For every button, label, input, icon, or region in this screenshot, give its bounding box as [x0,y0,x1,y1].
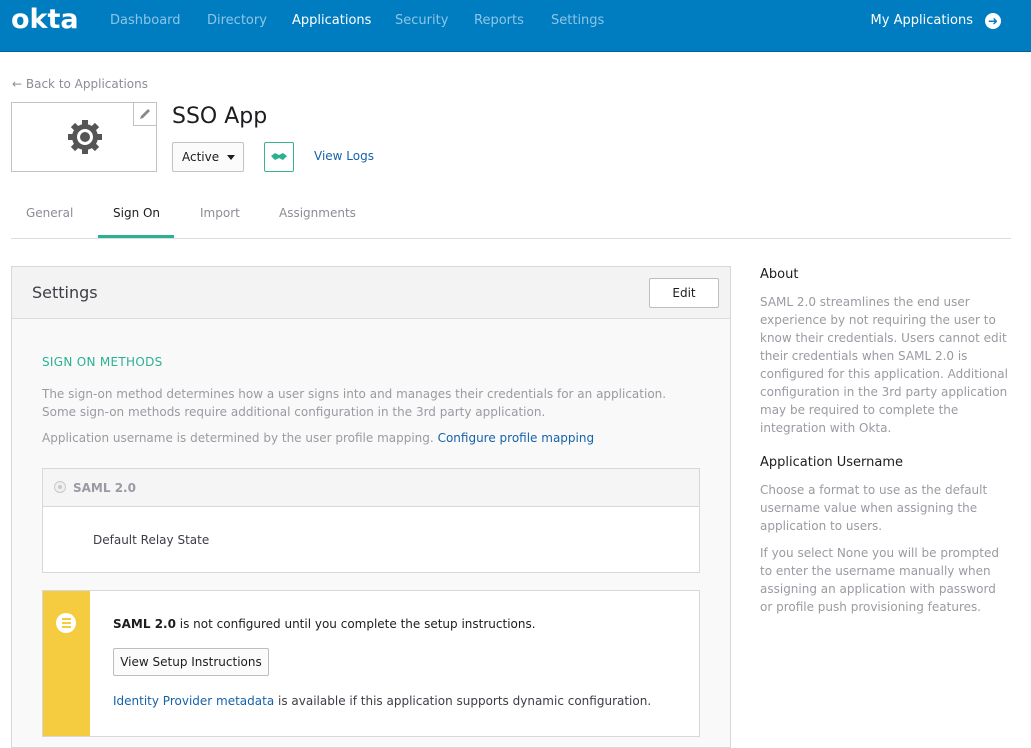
tab-import[interactable]: Import [200,206,240,220]
view-logs-link[interactable]: View Logs [314,149,374,163]
application-username-text: Choose a format to use as the default us… [760,483,988,533]
settings-title: Settings [32,283,98,302]
setup-notice: SAML 2.0 is not configured until you com… [42,590,700,737]
saml-method-box: SAML 2.0 Default Relay State [42,468,700,573]
settings-panel: Settings Edit SIGN ON METHODS The sign-o… [11,266,731,748]
okta-logo[interactable]: okta [11,4,79,35]
username-text: Application username is determined by th… [42,431,434,445]
saml-radio[interactable] [54,481,66,493]
gear-icon [68,120,102,154]
handshake-icon [271,153,287,160]
nav-security[interactable]: Security [395,13,448,28]
notice-text: SAML 2.0 is not configured until you com… [113,617,536,631]
back-to-applications-link[interactable]: ← Back to Applications [12,77,148,91]
settings-header: Settings Edit [12,267,730,319]
notice-bold: SAML 2.0 [113,617,176,631]
list-icon [56,613,76,633]
metadata-message: is available if this application support… [278,694,652,708]
nav-directory[interactable]: Directory [207,13,267,28]
edit-logo-button[interactable] [133,102,157,126]
username-description: Application username is determined by th… [42,431,594,445]
sign-on-description: The sign-on method determines how a user… [42,387,667,419]
pencil-icon [140,109,150,119]
active-tab-indicator [98,235,174,238]
my-applications-link[interactable]: My Applications [871,13,973,28]
tab-assignments[interactable]: Assignments [279,206,356,220]
saml-method-header: SAML 2.0 [43,469,699,507]
about-heading: About [760,267,799,282]
nav-dashboard[interactable]: Dashboard [110,13,181,28]
nav-settings[interactable]: Settings [551,13,604,28]
nav-applications[interactable]: Applications [292,13,371,28]
view-setup-instructions-button[interactable]: View Setup Instructions [113,648,269,676]
about-text: SAML 2.0 streamlines the end user experi… [760,295,1008,435]
edit-button[interactable]: Edit [649,278,719,308]
application-username-heading: Application Username [760,455,904,470]
status-value: Active [182,150,220,164]
application-username-note: If you select None you will be prompted … [760,546,999,614]
default-relay-state-label: Default Relay State [93,533,210,547]
handshake-button[interactable] [264,142,294,172]
tab-general[interactable]: General [26,206,73,220]
configure-profile-mapping-link[interactable]: Configure profile mapping [438,431,595,445]
app-title: SSO App [172,104,268,129]
tab-sign-on[interactable]: Sign On [113,206,160,220]
notice-message: is not configured until you complete the… [179,617,536,631]
top-nav: okta Dashboard Directory Applications Se… [0,0,1031,52]
tab-bar: General Sign On Import Assignments [11,195,1011,239]
status-dropdown[interactable]: Active [172,142,244,172]
nav-reports[interactable]: Reports [474,13,524,28]
notice-bar [43,591,90,736]
app-logo [11,102,157,172]
caret-down-icon [227,155,235,160]
arrow-right-circle-icon[interactable]: ➜ [985,13,1001,29]
metadata-text: Identity Provider metadata is available … [113,694,651,708]
identity-provider-metadata-link[interactable]: Identity Provider metadata [113,694,274,708]
sign-on-methods-heading: SIGN ON METHODS [42,355,163,369]
saml-label: SAML 2.0 [73,481,136,495]
